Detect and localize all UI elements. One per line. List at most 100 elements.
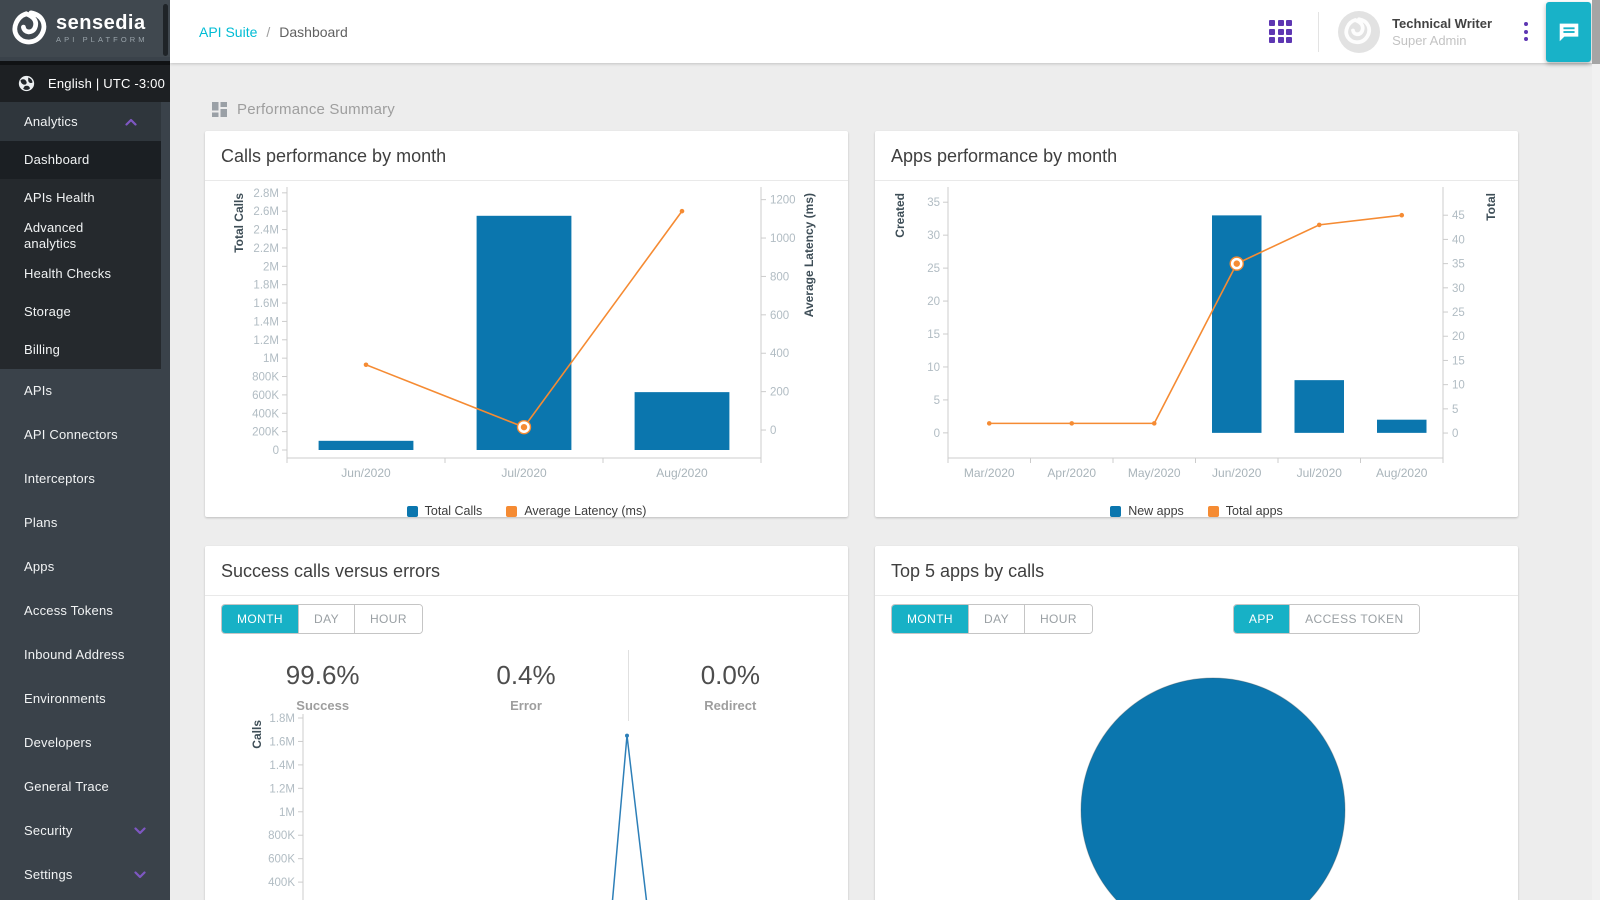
sidebar-item-label: APIs Health [24,190,95,206]
sidebar-item-apps[interactable]: Apps [0,545,170,589]
chat-button[interactable] [1546,2,1591,62]
svg-text:Jul/2020: Jul/2020 [1297,466,1343,480]
legend-label: Average Latency (ms) [524,504,646,518]
sidebar-group-settings[interactable]: Settings [0,853,170,897]
legend-item-total-apps[interactable]: Total apps [1208,504,1283,518]
sidebar-item-label: Interceptors [24,471,95,487]
avatar[interactable] [1338,11,1380,53]
sidebar-item-apis[interactable]: APIs [0,369,170,413]
svg-text:0: 0 [273,445,279,457]
sidebar-item-access-tokens[interactable]: Access Tokens [0,589,170,633]
svg-text:May/2020: May/2020 [1128,466,1181,480]
svg-text:800K: 800K [252,372,279,384]
sidebar-item-plans[interactable]: Plans [0,501,170,545]
user-info: Technical Writer Super Admin [1392,16,1492,48]
sidebar-item-label: Dashboard [24,152,89,168]
svg-text:600: 600 [770,310,789,322]
sidebar-item-label: Advanced analytics [24,220,128,252]
app-logo[interactable]: sensedia API PLATFORM [0,0,170,57]
group-chevron [134,871,146,879]
legend-item-total-calls[interactable]: Total Calls [407,504,483,518]
svg-text:35: 35 [1452,259,1465,271]
svg-text:20: 20 [927,296,940,308]
sidebar-item-environments[interactable]: Environments [0,677,170,721]
legend-item-average-latency-ms-[interactable]: Average Latency (ms) [506,504,646,518]
sidebar-item-billing[interactable]: Billing [0,331,161,369]
svg-text:Calls: Calls [250,720,264,749]
group-chevron [125,118,137,126]
group-chevron [134,827,146,835]
sidebar-item-developers[interactable]: Developers [0,721,170,765]
section-title: Performance Summary [237,101,395,118]
svg-text:1.6M: 1.6M [269,736,295,748]
svg-text:15: 15 [927,329,940,341]
stat-value: 0.4% [424,660,627,691]
period-and-mode-toggles: MONTHDAYHOUR APPACCESS TOKEN [891,604,1420,634]
svg-text:1.2M: 1.2M [253,335,279,347]
svg-text:5: 5 [934,395,940,407]
main-content: Performance Summary Calls performance by… [170,63,1600,900]
legend-swatch [407,506,418,517]
svg-text:1.8M: 1.8M [253,280,279,292]
toggle-month[interactable]: MONTH [222,605,298,633]
svg-text:1.8M: 1.8M [269,713,295,725]
toggle-month[interactable]: MONTH [892,605,968,633]
globe-icon [18,75,35,92]
card-title: Success calls versus errors [205,546,848,582]
toggle-access-token[interactable]: ACCESS TOKEN [1289,605,1418,633]
svg-text:1.4M: 1.4M [253,316,279,328]
svg-text:1M: 1M [279,807,295,819]
svg-text:1.2M: 1.2M [269,783,295,795]
sidebar-item-storage[interactable]: Storage [0,293,161,331]
legend-label: New apps [1128,504,1184,518]
svg-text:Average Latency (ms): Average Latency (ms) [802,193,816,317]
legend-swatch [1110,506,1121,517]
success-errors-chart: 1.8M1.6M1.4M1.2M1M800K600K400K200K0Calls [237,710,848,900]
svg-text:Jun/2020: Jun/2020 [1212,466,1262,480]
sidebar-group-analytics[interactable]: Analytics [0,102,161,141]
sidebar-item-label: Plans [24,515,58,531]
sidebar-item-general-trace[interactable]: General Trace [0,765,170,809]
chevron-down-icon [134,827,146,835]
toggle-hour[interactable]: HOUR [1024,605,1092,633]
card-success-vs-errors: Success calls versus errors MONTHDAYHOUR… [205,546,848,900]
toggle-day[interactable]: DAY [298,605,354,633]
period-toggles: MONTHDAYHOUR [221,604,423,634]
breadcrumb-api-suite[interactable]: API Suite [199,24,257,40]
svg-text:400K: 400K [268,877,295,889]
user-menu-kebab-icon[interactable] [1524,21,1528,43]
svg-text:2.4M: 2.4M [253,225,279,237]
window-scrollbar-thumb[interactable] [1592,0,1600,64]
legend-item-new-apps[interactable]: New apps [1110,504,1184,518]
svg-text:400K: 400K [252,408,279,420]
sidebar-item-api-connectors[interactable]: API Connectors [0,413,170,457]
apps-grid-icon[interactable] [1269,20,1292,43]
toggle-day[interactable]: DAY [968,605,1024,633]
sidebar-item-dashboard[interactable]: Dashboard [0,141,161,179]
card-title: Top 5 apps by calls [875,546,1518,582]
toggle-hour[interactable]: HOUR [354,605,422,633]
svg-text:0: 0 [1452,428,1458,440]
sidebar-item-apis-health[interactable]: APIs Health [0,179,161,217]
sidebar-scrollbar[interactable] [163,4,168,56]
sidebar-group-security[interactable]: Security [0,809,170,853]
svg-text:1M: 1M [263,353,279,365]
breadcrumb-separator: / [266,24,270,40]
toggle-app[interactable]: APP [1234,605,1289,633]
sidebar-item-inbound-address[interactable]: Inbound Address [0,633,170,677]
svg-text:200: 200 [770,387,789,399]
svg-text:2.8M: 2.8M [253,188,279,200]
user-role: Super Admin [1392,33,1492,48]
svg-text:400: 400 [770,348,789,360]
svg-text:15: 15 [1452,355,1465,367]
sidebar-item-interceptors[interactable]: Interceptors [0,457,170,501]
sidebar-item-advanced-analytics[interactable]: Advanced analytics [0,217,161,255]
stat-value: 99.6% [221,660,424,691]
legend-swatch [506,506,517,517]
window-scrollbar[interactable] [1592,0,1600,900]
sidebar-item-label: Environments [24,691,106,707]
svg-text:0: 0 [934,428,940,440]
language-selector[interactable]: English | UTC -3:00 [0,61,170,102]
sidebar-item-health-checks[interactable]: Health Checks [0,255,161,293]
sidebar-submenu: Dashboard APIs Health Advanced analyticsHe… [0,141,161,369]
